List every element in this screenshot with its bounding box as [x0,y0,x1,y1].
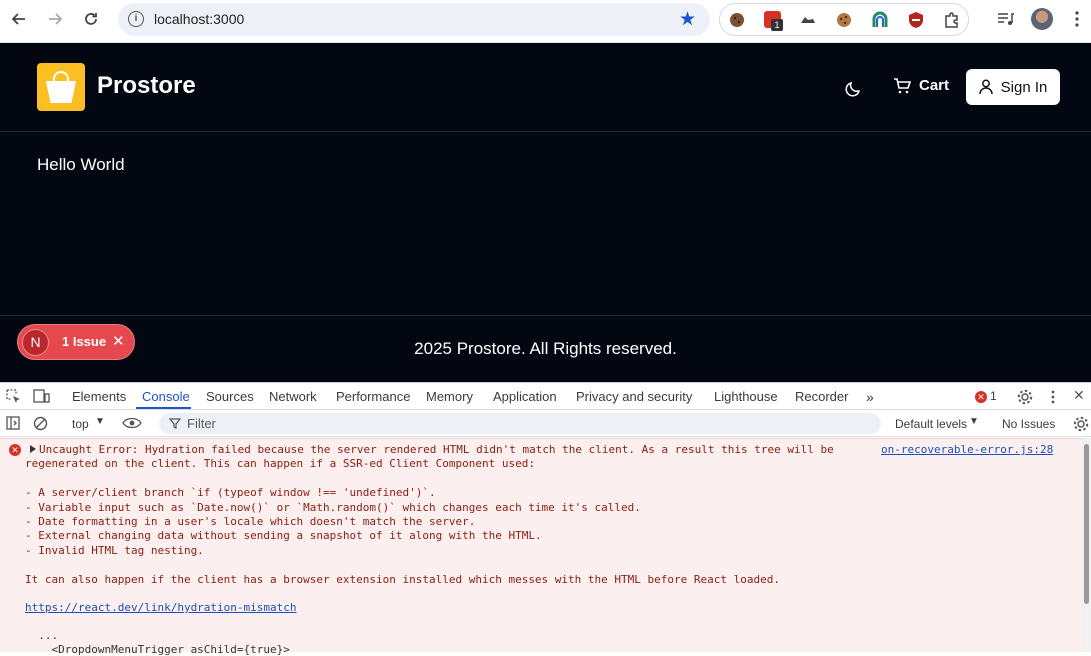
reload-icon[interactable] [79,7,103,31]
store-logo[interactable] [37,63,85,111]
sign-in-button[interactable]: Sign In [966,69,1060,105]
hydration-docs-link[interactable]: https://react.dev/link/hydration-mismatc… [25,601,297,614]
log-levels-selector[interactable]: Default levels [895,417,967,431]
user-icon [978,79,993,95]
browser-toolbar: i localhost:3000 ★ 1 [0,0,1091,43]
issue-count-label[interactable]: 1 Issue [62,334,106,349]
devtools-menu-icon[interactable] [1050,389,1056,405]
console-filter-input[interactable]: Filter [159,413,881,434]
error-line: - A server/client branch `if (typeof win… [25,486,436,499]
settings-gear-icon[interactable] [1017,389,1033,405]
extensions-area: 1 [719,3,969,36]
back-arrow-icon[interactable] [7,7,31,31]
bookmark-star-icon[interactable]: ★ [679,8,696,31]
tab-privacy-security[interactable]: Privacy and security [576,389,692,404]
nextjs-logo-icon: N [22,329,49,356]
footer-divider [0,315,1091,316]
puzzle-extensions-icon[interactable] [943,11,961,29]
devtools-panel: Elements Console Sources Network Perform… [0,382,1091,656]
error-line: - Variable input such as `Date.now()` or… [25,501,641,514]
error-line: It can also happen if the client has a b… [25,573,780,586]
site-info-icon[interactable]: i [128,11,144,27]
expand-triangle-icon[interactable] [30,445,36,453]
moon-icon[interactable] [844,78,864,98]
forward-arrow-icon[interactable] [43,7,67,31]
tab-memory[interactable]: Memory [426,389,473,404]
tab-network[interactable]: Network [269,389,317,404]
error-line: Uncaught Error: Hydration failed because… [39,443,834,456]
shoe-extension-icon[interactable] [799,11,817,29]
cart-label: Cart [919,77,950,94]
calendar-extension-icon[interactable]: 1 [764,11,783,31]
close-icon[interactable]: ✕ [112,332,125,350]
site-viewport: Prostore Cart Sign In Hello World 2025 P… [0,43,1091,382]
error-line: regenerated on the client. This can happ… [25,457,535,470]
component-trace-line: <DropdownMenuTrigger asChild={true}> [25,643,290,656]
tab-lighthouse[interactable]: Lighthouse [714,389,778,404]
more-tabs-icon[interactable]: » [866,389,874,405]
devtools-tab-bar: Elements Console Sources Network Perform… [0,383,1091,410]
error-count-icon[interactable]: ✕ [975,391,987,403]
close-devtools-icon[interactable]: ✕ [1073,387,1085,404]
cart-button[interactable]: Cart [893,77,949,94]
cookie-extension-icon-2[interactable] [835,11,853,29]
tab-sources[interactable]: Sources [206,389,254,404]
error-line: - External changing data without sending… [25,529,542,542]
tab-elements[interactable]: Elements [72,389,126,404]
site-header: Prostore Cart Sign In [0,43,1091,132]
console-error-message: ✕ Uncaught Error: Hydration failed becau… [0,438,1082,656]
filter-icon [169,418,181,429]
tab-performance[interactable]: Performance [336,389,410,404]
sidebar-toggle-icon[interactable] [6,416,20,430]
error-line: - Invalid HTML tag nesting. [25,544,204,557]
source-file-link[interactable]: on-recoverable-error.js:28 [881,443,1053,456]
error-count[interactable]: 1 [990,389,997,403]
console-toolbar: top ▼ Filter Default levels ▼ No Issues [0,410,1091,437]
active-tab-indicator [136,407,191,409]
arch-extension-icon[interactable] [871,11,889,29]
extension-badge: 1 [771,19,783,31]
profile-avatar[interactable] [1031,8,1053,30]
brand-name[interactable]: Prostore [97,72,196,100]
inspect-element-icon[interactable] [6,389,21,404]
context-selector[interactable]: top [72,417,89,431]
tab-recorder[interactable]: Recorder [795,389,848,404]
sign-in-label: Sign In [1000,78,1048,96]
console-settings-gear-icon[interactable] [1073,416,1089,432]
media-control-icon[interactable] [997,11,1015,27]
console-scrollbar[interactable] [1082,438,1091,652]
live-expression-eye-icon[interactable] [122,417,142,429]
shield-extension-icon[interactable] [907,11,925,29]
cart-icon [894,77,911,93]
device-toolbar-icon[interactable] [33,389,50,404]
nextjs-issues-badge[interactable]: N 1 Issue ✕ [17,324,135,360]
clear-console-icon[interactable] [33,416,48,431]
shopping-bag-icon [46,81,76,103]
url-text[interactable]: localhost:3000 [154,11,244,27]
browser-menu-icon[interactable] [1072,10,1082,28]
scrollbar-thumb[interactable] [1084,444,1089,604]
chevron-down-icon[interactable]: ▼ [969,416,979,427]
main-heading: Hello World [37,155,125,174]
error-line: - Date formatting in a user's locale whi… [25,515,476,528]
cookie-extension-icon[interactable] [728,11,746,29]
tab-application[interactable]: Application [493,389,557,404]
issues-count[interactable]: No Issues [1002,417,1055,431]
error-icon: ✕ [9,444,21,456]
tab-console[interactable]: Console [142,389,190,404]
chevron-down-icon[interactable]: ▼ [95,416,105,427]
filter-placeholder: Filter [187,416,216,431]
footer-copyright: 2025 Prostore. All Rights reserved. [414,339,677,358]
address-bar[interactable]: i localhost:3000 ★ [118,3,710,36]
component-trace-line: ... [25,629,59,642]
